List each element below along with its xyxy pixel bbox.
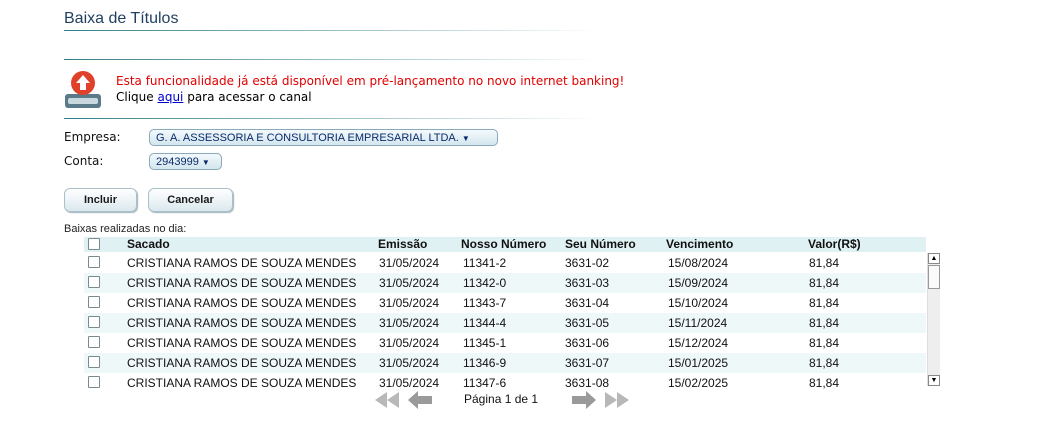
table-row[interactable]: CRISTIANA RAMOS DE SOUZA MENDES 31/05/20…: [84, 273, 926, 293]
cell-valor: 81,84: [809, 376, 840, 389]
cell-emissao: 31/05/2024: [379, 276, 440, 290]
select-all-checkbox[interactable]: [88, 238, 100, 250]
cell-valor: 81,84: [809, 276, 840, 290]
table-row[interactable]: CRISTIANA RAMOS DE SOUZA MENDES 31/05/20…: [84, 253, 926, 273]
cell-sacado: CRISTIANA RAMOS DE SOUZA MENDES: [127, 356, 357, 370]
cell-nosso-numero: 11344-4: [463, 316, 507, 330]
row-checkbox[interactable]: [88, 356, 100, 368]
conta-label: Conta:: [64, 154, 104, 168]
row-checkbox[interactable]: [88, 256, 100, 268]
cell-nosso-numero: 11343-7: [463, 296, 507, 310]
notice-line2: Clique aqui para acessar o canal: [116, 90, 312, 104]
first-page-icon[interactable]: [373, 390, 401, 410]
table-row[interactable]: CRISTIANA RAMOS DE SOUZA MENDES 31/05/20…: [84, 333, 926, 353]
upload-alert-icon: [65, 71, 101, 108]
scroll-thumb[interactable]: [928, 265, 940, 289]
cell-valor: 81,84: [809, 336, 840, 350]
row-checkbox[interactable]: [88, 316, 100, 328]
cell-valor: 81,84: [809, 296, 840, 310]
cell-nosso-numero: 11347-6: [463, 376, 507, 389]
empresa-select[interactable]: G. A. ASSESSORIA E CONSULTORIA EMPRESARI…: [149, 129, 498, 146]
conta-select[interactable]: 2943999 ▼: [149, 153, 222, 170]
cell-nosso-numero: 11346-9: [463, 356, 507, 370]
chevron-down-icon: ▼: [201, 158, 210, 167]
section-label: Baixas realizadas no dia:: [64, 223, 187, 235]
table-header: Sacado Emissão Nosso Número Seu Número V…: [84, 237, 926, 252]
next-page-icon[interactable]: [570, 390, 598, 410]
table-scrollbar[interactable]: ▲ ▼: [927, 253, 940, 386]
cell-nosso-numero: 11345-1: [463, 336, 507, 350]
cell-emissao: 31/05/2024: [379, 336, 440, 350]
cell-nosso-numero: 11341-2: [463, 256, 507, 270]
header-emissao: Emissão: [378, 237, 428, 251]
cell-seu-numero: 3631-02: [565, 256, 610, 270]
cell-sacado: CRISTIANA RAMOS DE SOUZA MENDES: [127, 316, 357, 330]
table-body: CRISTIANA RAMOS DE SOUZA MENDES 31/05/20…: [84, 253, 926, 389]
chevron-down-icon: ▼: [461, 134, 470, 143]
page-title: Baixa de Títulos: [64, 10, 179, 27]
notice-text-before: Clique: [116, 90, 158, 104]
cell-sacado: CRISTIANA RAMOS DE SOUZA MENDES: [127, 376, 357, 389]
cell-vencimento: 15/09/2024: [668, 276, 729, 290]
table-row[interactable]: CRISTIANA RAMOS DE SOUZA MENDES 31/05/20…: [84, 373, 926, 389]
cell-emissao: 31/05/2024: [379, 296, 440, 310]
scroll-up-icon[interactable]: ▲: [928, 253, 940, 264]
last-page-icon[interactable]: [603, 390, 631, 410]
cancelar-button[interactable]: Cancelar: [148, 188, 233, 212]
cell-sacado: CRISTIANA RAMOS DE SOUZA MENDES: [127, 336, 357, 350]
cell-vencimento: 15/11/2024: [668, 316, 728, 330]
conta-select-value: 2943999: [156, 156, 199, 168]
cell-valor: 81,84: [809, 356, 840, 370]
cell-sacado: CRISTIANA RAMOS DE SOUZA MENDES: [127, 256, 357, 270]
cell-nosso-numero: 11342-0: [463, 276, 507, 290]
header-vencimento: Vencimento: [666, 237, 734, 251]
cell-sacado: CRISTIANA RAMOS DE SOUZA MENDES: [127, 296, 357, 310]
table-row[interactable]: CRISTIANA RAMOS DE SOUZA MENDES 31/05/20…: [84, 313, 926, 333]
cell-seu-numero: 3631-07: [565, 356, 610, 370]
incluir-button[interactable]: Incluir: [64, 188, 137, 212]
cell-seu-numero: 3631-08: [565, 376, 610, 389]
prev-page-icon[interactable]: [406, 390, 434, 410]
cell-vencimento: 15/12/2024: [668, 336, 729, 350]
cell-emissao: 31/05/2024: [379, 256, 440, 270]
title-divider: [64, 30, 600, 31]
row-checkbox[interactable]: [88, 376, 100, 388]
table-row[interactable]: CRISTIANA RAMOS DE SOUZA MENDES 31/05/20…: [84, 293, 926, 313]
cell-emissao: 31/05/2024: [379, 316, 440, 330]
cell-seu-numero: 3631-05: [565, 316, 610, 330]
cell-emissao: 31/05/2024: [379, 356, 440, 370]
cell-seu-numero: 3631-03: [565, 276, 610, 290]
table-row[interactable]: CRISTIANA RAMOS DE SOUZA MENDES 31/05/20…: [84, 353, 926, 373]
cell-sacado: CRISTIANA RAMOS DE SOUZA MENDES: [127, 276, 357, 290]
cell-valor: 81,84: [809, 256, 840, 270]
row-checkbox[interactable]: [88, 336, 100, 348]
cell-seu-numero: 3631-04: [565, 296, 610, 310]
notice-message: Esta funcionalidade já está disponível e…: [116, 74, 625, 88]
notice-link[interactable]: aqui: [157, 90, 183, 104]
header-seu-numero: Seu Número: [565, 237, 636, 251]
cell-vencimento: 15/10/2024: [668, 296, 729, 310]
cell-vencimento: 15/08/2024: [668, 256, 729, 270]
row-checkbox[interactable]: [88, 276, 100, 288]
cell-seu-numero: 3631-06: [565, 336, 610, 350]
notice-bottom-divider: [64, 118, 600, 119]
empresa-label: Empresa:: [64, 130, 121, 144]
cell-vencimento: 15/02/2025: [668, 376, 729, 389]
row-checkbox[interactable]: [88, 296, 100, 308]
cell-vencimento: 15/01/2025: [668, 356, 729, 370]
cell-emissao: 31/05/2024: [379, 376, 440, 389]
notice-top-divider: [64, 59, 600, 60]
notice-text-after: para acessar o canal: [183, 90, 312, 104]
header-sacado: Sacado: [127, 237, 170, 251]
pager-text: Página 1 de 1: [464, 392, 539, 406]
cell-valor: 81,84: [809, 316, 840, 330]
empresa-select-value: G. A. ASSESSORIA E CONSULTORIA EMPRESARI…: [156, 132, 459, 144]
scroll-down-icon[interactable]: ▼: [928, 375, 940, 386]
header-nosso-numero: Nosso Número: [461, 237, 547, 251]
header-valor: Valor(R$): [808, 237, 861, 251]
